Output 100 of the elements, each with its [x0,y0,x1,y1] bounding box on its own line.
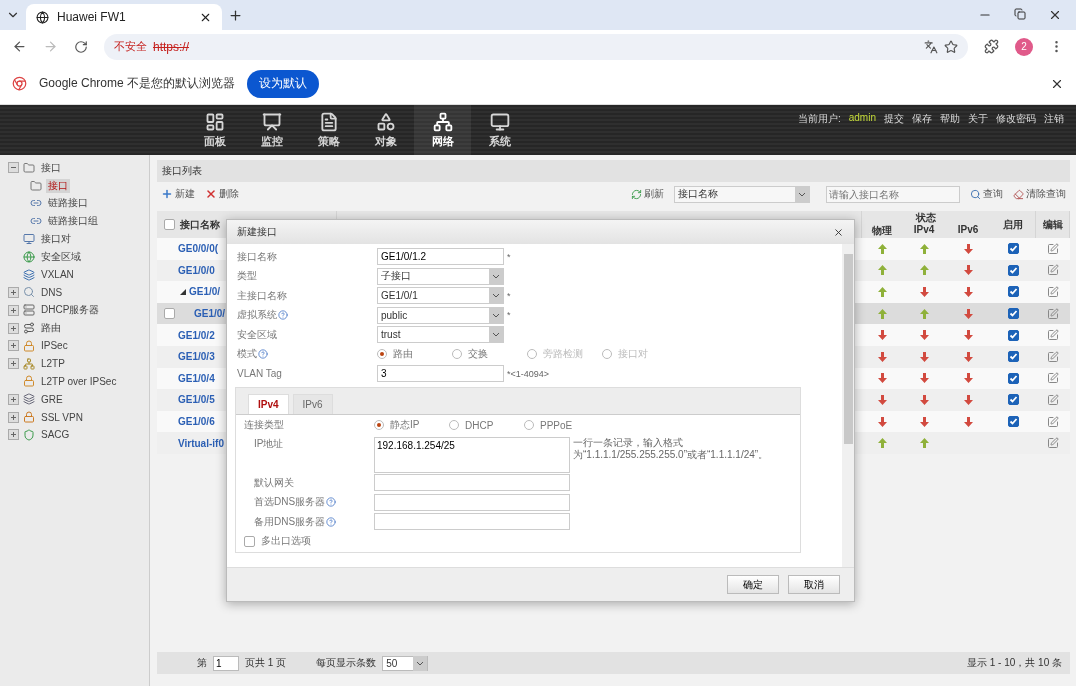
radio-icon[interactable] [524,420,534,431]
radio-icon[interactable] [449,420,459,431]
interface-link[interactable]: GE1/0/3 [178,351,215,363]
page-field[interactable]: 1 [213,655,239,671]
tree-item[interactable]: DHCP服务器 [39,303,102,318]
tree-item[interactable]: 安全区域 [39,249,83,264]
expand-icon[interactable] [8,358,19,370]
header-link[interactable]: 注销 [1044,112,1064,126]
clear-search-button[interactable]: 清除查询 [1013,187,1066,201]
tree-item[interactable]: L2TP [39,358,67,370]
nav-tab[interactable]: 对象 [357,105,414,155]
checkbox[interactable] [1007,416,1019,428]
filter-select[interactable]: 接口名称 [674,185,810,203]
interface-link[interactable]: GE1/0/5 [178,394,215,406]
header-link[interactable]: 关于 [968,112,988,126]
bookmark-icon[interactable] [944,39,958,54]
radio-option[interactable]: 静态IP [374,418,449,433]
refresh-button[interactable]: 刷新 [631,187,664,201]
text-field[interactable] [374,493,570,511]
expand-icon[interactable] [8,304,19,316]
address-bar[interactable]: 不安全 https:// [104,33,968,60]
scrollbar[interactable] [842,244,854,567]
radio-option[interactable]: PPPoE [524,418,599,433]
tab[interactable]: IPv4 [248,393,289,414]
interface-link[interactable]: Virtual-if0 [178,437,224,449]
interface-link[interactable]: GE0/0/0( [178,243,219,255]
new-button[interactable]: 新建 [161,187,195,201]
text-field[interactable] [374,513,570,531]
edit-icon[interactable] [1047,329,1059,342]
edit-icon[interactable] [1047,307,1059,320]
nav-tab[interactable]: 策略 [300,105,357,155]
checkbox[interactable] [1007,329,1019,341]
expand-icon[interactable] [8,340,19,352]
expand-icon[interactable] [8,322,19,334]
edit-icon[interactable] [1047,372,1059,385]
edit-icon[interactable] [1047,286,1059,298]
close-icon[interactable] [1048,8,1062,22]
tree-item[interactable]: 接口 [39,160,63,175]
nav-tab[interactable]: 监控 [243,105,300,155]
back-icon[interactable] [12,39,27,54]
interface-link[interactable]: GE1/0/ [189,286,221,298]
expand-icon[interactable] [8,393,19,405]
radio-icon[interactable] [452,349,462,360]
header-link[interactable]: 保存 [912,112,932,126]
tree-item[interactable]: DNS [39,286,65,298]
new-tab-icon[interactable] [228,7,243,23]
select-field[interactable]: trust [377,326,504,344]
nav-tab[interactable]: 面板 [186,105,243,155]
text-field[interactable]: 3 [377,365,504,383]
edit-icon[interactable] [1047,242,1059,255]
ip-address-field[interactable]: 192.168.1.254/25 [374,437,570,473]
expand-icon[interactable] [8,286,19,298]
tree-item[interactable]: GRE [39,393,65,405]
header-link[interactable]: 帮助 [940,112,960,126]
edit-icon[interactable] [1047,415,1059,428]
checkbox[interactable] [164,219,175,230]
nav-tab[interactable]: 系统 [471,105,528,155]
browser-tab[interactable]: Huawei FW1 [26,4,222,30]
tree-item[interactable]: 链路接口组 [46,214,100,229]
tree-item[interactable]: VXLAN [39,269,76,281]
tree-item[interactable]: 路由 [39,321,63,336]
reload-icon[interactable] [74,39,88,54]
radio-option[interactable]: DHCP [449,418,524,433]
interface-link[interactable]: GE1/0/6 [178,416,215,428]
restore-icon[interactable] [1014,8,1026,20]
extensions-icon[interactable] [984,39,999,54]
nav-tab[interactable]: 网络 [414,105,471,155]
page-size-select[interactable]: 50 [382,655,429,671]
interface-link[interactable]: GE1/0/4 [178,372,215,384]
text-field[interactable]: GE1/0/1.2 [377,248,504,266]
checkbox[interactable] [1007,308,1019,320]
radio-icon[interactable] [377,349,387,360]
search-field[interactable]: 请输入接口名称 [826,185,960,203]
ok-button[interactable]: 确定 [727,575,779,594]
close-icon[interactable] [833,226,844,238]
cancel-button[interactable]: 取消 [788,575,840,594]
radio-icon[interactable] [374,420,384,431]
search-button[interactable]: 查询 [970,187,1003,201]
interface-link[interactable]: GE1/0/2 [178,329,215,341]
edit-icon[interactable] [1047,437,1059,450]
header-link[interactable]: 修改密码 [996,112,1036,126]
expand-icon[interactable] [8,411,19,423]
checkbox[interactable] [1007,264,1019,276]
text-field[interactable] [374,474,570,492]
select-field[interactable]: GE1/0/1 [377,287,504,305]
expand-icon[interactable] [8,429,19,441]
interface-link[interactable]: GE1/0/0 [178,264,215,276]
select-field[interactable]: public [377,306,504,324]
tree-item[interactable]: IPSec [39,340,70,352]
translate-icon[interactable] [924,39,938,54]
checkbox[interactable] [164,308,175,320]
tree-item[interactable]: SSL VPN [39,411,85,423]
delete-button[interactable]: 删除 [205,187,239,201]
tree-item[interactable]: L2TP over IPSec [39,375,119,387]
tree-item[interactable]: SACG [39,429,72,441]
edit-icon[interactable] [1047,350,1059,363]
collapse-icon[interactable] [180,289,186,295]
radio-option[interactable]: 交换 [452,347,527,362]
tree-item[interactable]: 接口 [46,178,70,193]
checkbox[interactable] [1007,394,1019,406]
